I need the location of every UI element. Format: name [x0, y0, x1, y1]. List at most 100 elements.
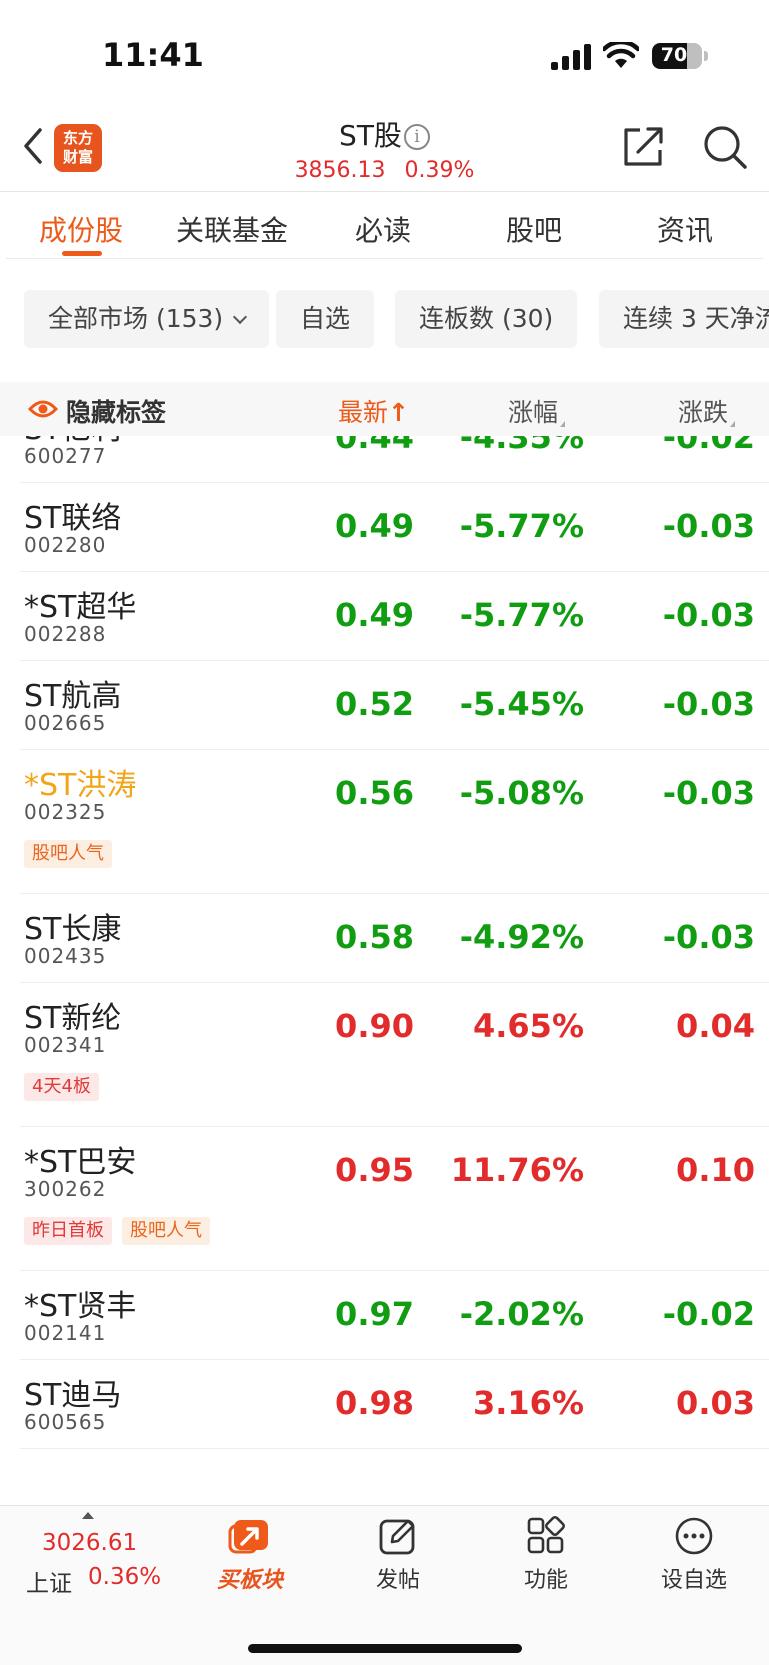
stock-tag[interactable]: 4天4板	[24, 1073, 99, 1101]
stock-change-pct: -5.08%	[459, 774, 584, 812]
compose-icon	[379, 1519, 415, 1555]
tab-forum[interactable]: 股吧	[459, 209, 609, 249]
tab-constituents[interactable]: 成份股	[6, 209, 156, 249]
status-time: 11:41	[102, 36, 204, 74]
home-indicator[interactable]	[248, 1644, 522, 1653]
col-latest-label: 最新	[338, 398, 389, 427]
stock-tag[interactable]: 昨日首板	[24, 1217, 112, 1245]
eye-icon[interactable]	[28, 397, 58, 421]
filter-market[interactable]: 全部市场 (153)	[24, 290, 270, 348]
battery-percent: 70	[660, 44, 688, 66]
battery-icon: 70	[652, 43, 702, 69]
stock-latest-price: 0.49	[335, 596, 414, 634]
stock-latest-price: 0.49	[335, 507, 414, 545]
stock-latest-price: 0.52	[335, 685, 414, 723]
stock-row[interactable]: *ST贤丰 002141 0.97 -2.02% -0.02	[20, 1271, 769, 1360]
stock-code: 300262	[24, 1177, 107, 1201]
market-index-value[interactable]: 3026.61	[42, 1530, 137, 1556]
stock-change-pct: 3.16%	[472, 1384, 584, 1422]
stock-name: ST新纶	[24, 1001, 122, 1036]
app-header: 东方 财富 ST股 i 3856.13 0.39%	[0, 110, 769, 192]
more-dots-icon	[675, 1517, 713, 1555]
col-change-pct[interactable]: 涨幅	[508, 393, 566, 429]
chevron-down-icon	[233, 309, 248, 325]
stock-change-pct: -4.92%	[459, 918, 584, 956]
stock-row[interactable]: ST新纶 002341 0.90 4.65% 0.04 4天4板	[20, 983, 769, 1127]
filter-chips: 全部市场 (153) 自选 连板数 (30) 连续 3 天净流	[0, 290, 769, 350]
stock-latest-price: 0.98	[335, 1384, 414, 1422]
stock-row[interactable]: ST亿利6002770.44-4.35%-0.02	[20, 436, 769, 483]
stock-row[interactable]: *ST巴安 300262 0.95 11.76% 0.10 昨日首板 股吧人气	[20, 1127, 769, 1271]
filter-watchlist[interactable]: 自选	[276, 290, 375, 348]
stock-latest-price: 0.58	[335, 918, 414, 956]
stock-code: 002665	[24, 711, 107, 735]
stock-change: -0.02	[662, 436, 755, 456]
sector-index-value: 3856.13	[294, 158, 386, 183]
wifi-icon	[603, 42, 639, 68]
stock-row[interactable]: ST迪马 600565 0.98 3.16% 0.03	[20, 1360, 769, 1449]
col-change-label: 涨跌	[678, 398, 729, 427]
stock-change: -0.03	[662, 596, 755, 634]
tab-bar: 成份股 关联基金 必读 股吧 资讯	[6, 193, 763, 259]
stock-change: -0.03	[662, 774, 755, 812]
stock-change: 0.10	[676, 1151, 755, 1189]
buy-sector-label: 买板块	[216, 1568, 283, 1593]
status-bar: 11:41 70	[0, 0, 769, 110]
stock-change-pct: -4.35%	[459, 436, 584, 456]
col-change-pct-label: 涨幅	[508, 398, 559, 427]
stock-tag[interactable]: 股吧人气	[122, 1217, 210, 1245]
stock-tag[interactable]: 股吧人气	[24, 840, 112, 868]
stock-row[interactable]: *ST超华 002288 0.49 -5.77% -0.03	[20, 572, 769, 661]
stock-rows: ST亿利6002770.44-4.35%-0.02ST联络0022800.49-…	[0, 436, 769, 1449]
stock-name: *ST洪涛	[24, 768, 137, 803]
stock-change-pct: 11.76%	[450, 1151, 584, 1189]
hide-tags-toggle[interactable]: 隐藏标签	[66, 393, 166, 429]
stock-row[interactable]: ST航高 002665 0.52 -5.45% -0.03	[20, 661, 769, 750]
stock-change-pct: -5.77%	[459, 507, 584, 545]
col-change[interactable]: 涨跌	[678, 393, 736, 429]
buy-sector-button[interactable]: 买板块	[195, 1516, 305, 1594]
battery-nub	[704, 51, 708, 61]
expand-caret-icon[interactable]	[82, 1512, 94, 1519]
functions-label: 功能	[523, 1568, 568, 1593]
market-index-change[interactable]: 0.36%	[88, 1564, 161, 1590]
stock-row[interactable]: *ST洪涛 002325 0.56 -5.08% -0.03 股吧人气	[20, 750, 769, 894]
stock-name: ST联络	[24, 501, 122, 536]
compose-button[interactable]: 发帖	[343, 1516, 453, 1594]
cellular-signal-icon	[551, 44, 591, 70]
share-icon[interactable]	[620, 124, 666, 170]
stock-change-pct: -5.77%	[459, 596, 584, 634]
stock-change: -0.03	[662, 918, 755, 956]
stock-row[interactable]: ST长康 002435 0.58 -4.92% -0.03	[20, 894, 769, 983]
stock-name: *ST超华	[24, 590, 137, 625]
stock-name: ST航高	[24, 679, 122, 714]
stock-code: 002341	[24, 1033, 107, 1057]
page-title: ST股	[339, 119, 402, 152]
tab-related-funds[interactable]: 关联基金	[157, 209, 307, 249]
tab-must-read[interactable]: 必读	[308, 209, 458, 249]
stock-code: 002325	[24, 800, 107, 824]
sort-up-arrow-icon: ↑	[388, 398, 409, 427]
stock-change: 0.03	[676, 1384, 755, 1422]
info-icon[interactable]: i	[403, 124, 430, 150]
stock-code: 002280	[24, 533, 107, 557]
filter-limit-up-count[interactable]: 连板数 (30)	[395, 290, 578, 348]
active-tab-indicator	[62, 251, 102, 256]
stock-change-pct: -5.45%	[459, 685, 584, 723]
bottom-bar: 3026.61 上证 0.36% 买板块 发帖 功能 设自选	[0, 1505, 769, 1665]
market-index-name[interactable]: 上证	[26, 1564, 72, 1598]
stock-latest-price: 0.97	[335, 1295, 414, 1333]
stock-change: -0.03	[662, 507, 755, 545]
col-latest-price[interactable]: 最新↑	[338, 393, 409, 429]
add-watchlist-button[interactable]: 设自选	[639, 1516, 749, 1594]
tab-news[interactable]: 资讯	[610, 209, 760, 249]
search-icon[interactable]	[702, 124, 748, 170]
stock-latest-price: 0.90	[335, 1007, 414, 1045]
stock-change: 0.04	[676, 1007, 755, 1045]
functions-button[interactable]: 功能	[491, 1516, 601, 1594]
stock-row[interactable]: ST联络 002280 0.49 -5.77% -0.03	[20, 483, 769, 572]
filter-net-inflow[interactable]: 连续 3 天净流	[599, 290, 769, 348]
stock-change: -0.02	[662, 1295, 755, 1333]
stock-change-pct: -2.02%	[459, 1295, 584, 1333]
stock-code: 002435	[24, 944, 107, 968]
